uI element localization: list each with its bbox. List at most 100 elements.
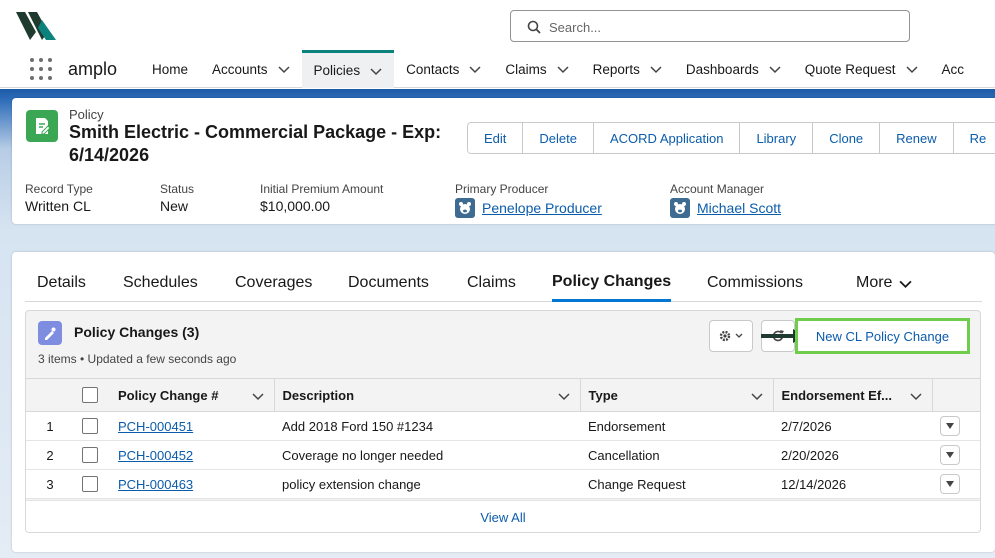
chevron-down-icon[interactable]	[905, 63, 918, 75]
chevron-down-icon[interactable]	[370, 65, 382, 77]
chevron-down-icon[interactable]	[469, 63, 481, 75]
tab-more[interactable]: More	[856, 264, 912, 302]
row-actions-button[interactable]	[940, 474, 960, 494]
app-name: amplo	[68, 59, 118, 79]
view-all-link[interactable]: View All	[26, 500, 980, 532]
nav-item-accounts[interactable]: Accounts	[200, 50, 302, 88]
nav-item-label: Home	[152, 61, 189, 77]
row-number-header	[26, 378, 74, 412]
chevron-down-icon[interactable]	[650, 63, 662, 75]
row-actions-cell	[932, 440, 980, 470]
chevron-down-icon[interactable]	[769, 63, 781, 75]
row-checkbox[interactable]	[82, 447, 98, 464]
nav-items: Home Accounts Policies Contacts Claims R…	[140, 50, 976, 88]
record-actions: Edit Delete ACORD Application Library Cl…	[467, 122, 995, 154]
chevron-down-icon[interactable]	[251, 390, 264, 402]
tab-coverages[interactable]: Coverages	[235, 264, 312, 302]
row-number: 2	[26, 440, 74, 470]
highlight-record-type: Record Type Written CL	[25, 182, 93, 214]
chevron-down-icon[interactable]	[557, 390, 570, 402]
row-actions-button[interactable]	[940, 445, 960, 465]
nav-item-contacts[interactable]: Contacts	[394, 50, 493, 88]
nav-item-quote-request[interactable]: Quote Request	[793, 50, 930, 88]
field-label: Primary Producer	[455, 182, 549, 196]
edit-button[interactable]: Edit	[468, 123, 524, 153]
related-list-title[interactable]: Policy Changes (3)	[74, 324, 199, 340]
highlight-status: Status New	[160, 182, 194, 214]
field-label: Record Type	[25, 182, 93, 196]
chevron-down-icon[interactable]	[750, 390, 763, 402]
nav-item-home[interactable]: Home	[140, 50, 200, 88]
tab-documents[interactable]: Documents	[348, 264, 429, 302]
chevron-down-icon	[899, 280, 912, 288]
row-actions-cell	[932, 469, 980, 499]
tab-claims[interactable]: Claims	[467, 264, 516, 302]
select-all-checkbox[interactable]	[82, 387, 98, 404]
policy-change-link[interactable]: PCH-000451	[118, 419, 193, 434]
acord-application-button[interactable]: ACORD Application	[593, 123, 741, 153]
tab-policy-changes[interactable]: Policy Changes	[552, 264, 672, 302]
tab-more-label: More	[856, 274, 893, 291]
record-header: Policy Smith Electric - Commercial Packa…	[12, 98, 995, 224]
clone-button[interactable]: Clone	[813, 123, 881, 153]
description-cell: policy extension change	[274, 469, 580, 499]
chevron-down-icon[interactable]	[278, 63, 290, 75]
column-header-endorsement-effective[interactable]: Endorsement Ef...	[772, 378, 932, 412]
column-header-label: Type	[588, 387, 618, 403]
column-header-label: Endorsement Ef...	[781, 387, 893, 403]
row-actions-button[interactable]	[940, 416, 960, 436]
new-cl-policy-change-button[interactable]: New CL Policy Change	[795, 318, 970, 354]
policy-change-link[interactable]: PCH-000452	[118, 448, 193, 463]
tab-schedules[interactable]: Schedules	[123, 264, 198, 302]
account-manager-link[interactable]: Michael Scott	[697, 200, 781, 216]
object-label: Policy	[69, 107, 104, 122]
library-button[interactable]: Library	[740, 123, 814, 153]
policy-change-cell: PCH-000452	[110, 440, 274, 470]
table-row: 3 PCH-000463 policy extension change Cha…	[26, 469, 980, 499]
caret-down-icon	[946, 423, 954, 429]
policy-change-cell: PCH-000463	[110, 469, 274, 499]
truncated-action-button[interactable]: Re	[953, 123, 995, 153]
column-header-policy-change[interactable]: Policy Change #	[110, 378, 274, 412]
search-input[interactable]	[549, 17, 899, 37]
tabset: Details Schedules Coverages Documents Cl…	[25, 264, 982, 302]
chevron-down-icon[interactable]	[909, 390, 922, 402]
caret-down-icon	[946, 452, 954, 458]
policy-change-icon	[38, 321, 62, 345]
list-settings-button[interactable]	[709, 320, 753, 352]
renew-button[interactable]: Renew	[880, 123, 954, 153]
row-number: 3	[26, 469, 74, 499]
related-list-meta: 3 items • Updated a few seconds ago	[38, 352, 237, 366]
nav-item-dashboards[interactable]: Dashboards	[674, 50, 793, 88]
column-header-type[interactable]: Type	[579, 378, 773, 412]
delete-button[interactable]: Delete	[523, 123, 594, 153]
row-select-cell	[74, 469, 110, 499]
type-cell: Cancellation	[580, 440, 773, 470]
nav-item-reports[interactable]: Reports	[581, 50, 674, 88]
policy-change-link[interactable]: PCH-000463	[118, 477, 193, 492]
nav-item-claims[interactable]: Claims	[493, 50, 580, 88]
user-avatar-icon	[670, 198, 690, 218]
app-launcher-icon[interactable]	[30, 58, 52, 80]
app-nav-bar: amplo Home Accounts Policies Contacts Cl…	[0, 50, 995, 88]
row-checkbox[interactable]	[82, 418, 98, 435]
chevron-down-icon[interactable]	[557, 63, 569, 75]
field-label: Status	[160, 182, 195, 196]
description-cell: Coverage no longer needed	[274, 440, 580, 470]
nav-item-policies[interactable]: Policies	[301, 50, 395, 88]
type-cell: Endorsement	[580, 411, 773, 441]
tab-details[interactable]: Details	[37, 264, 86, 302]
row-checkbox[interactable]	[82, 476, 98, 493]
row-actions-header	[931, 378, 980, 412]
table-row: 1 PCH-000451 Add 2018 Ford 150 #1234 End…	[26, 411, 980, 441]
policy-icon	[26, 110, 58, 142]
nav-item-acc[interactable]: Acc	[930, 50, 977, 88]
global-search[interactable]	[510, 10, 910, 42]
nav-item-label: Quote Request	[804, 61, 896, 77]
primary-producer-link[interactable]: Penelope Producer	[482, 200, 602, 216]
column-header-description[interactable]: Description	[273, 378, 580, 412]
date-cell: 12/14/2026	[773, 469, 932, 499]
amplo-logo[interactable]	[16, 12, 56, 40]
tab-commissions[interactable]: Commissions	[707, 264, 803, 302]
table-row: 2 PCH-000452 Coverage no longer needed C…	[26, 440, 980, 470]
